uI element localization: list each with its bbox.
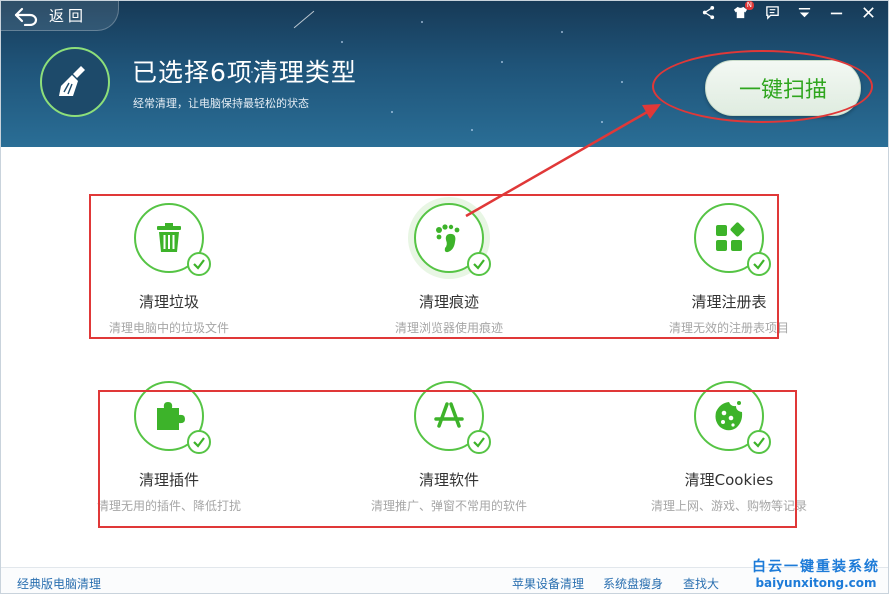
annotation-box-top-row <box>89 194 779 339</box>
minimize-icon[interactable] <box>828 4 844 20</box>
back-arrow-icon <box>14 7 38 26</box>
back-button[interactable]: 返回 <box>1 1 119 31</box>
app-window: 返回 N 已选择6项清理类型 经常清理，让电脑保持最轻松的状态 一键扫描 清理垃… <box>0 0 889 594</box>
broom-icon <box>40 47 110 117</box>
share-icon[interactable] <box>700 4 716 20</box>
new-badge: N <box>744 1 754 10</box>
classic-clean-link[interactable]: 经典版电脑清理 <box>17 575 101 592</box>
watermark-en: baiyunxitong.com <box>755 576 877 590</box>
watermark: 白云一键重装系统 baiyunxitong.com <box>752 556 880 590</box>
annotation-ellipse <box>652 50 873 123</box>
annotation-box-bottom-row <box>98 390 797 528</box>
apple-device-clean-link[interactable]: 苹果设备清理 <box>512 575 584 592</box>
back-label: 返回 <box>49 7 88 25</box>
menu-icon[interactable] <box>796 4 812 20</box>
window-controls: N <box>700 1 876 21</box>
page-subtitle: 经常清理，让电脑保持最轻松的状态 <box>133 97 309 110</box>
shooting-star <box>293 10 315 29</box>
watermark-cn: 白云一键重装系统 <box>752 559 880 575</box>
page-title: 已选择6项清理类型 <box>132 58 357 87</box>
footer-bar: 经典版电脑清理 苹果设备清理 系统盘瘦身 查找大 白云一键重装系统 baiyun… <box>1 559 888 593</box>
shirt-icon[interactable]: N <box>732 1 754 20</box>
find-large-files-link[interactable]: 查找大 <box>683 575 719 592</box>
system-disk-slim-link[interactable]: 系统盘瘦身 <box>603 575 663 592</box>
message-icon[interactable] <box>764 4 780 20</box>
close-icon[interactable] <box>860 4 876 20</box>
